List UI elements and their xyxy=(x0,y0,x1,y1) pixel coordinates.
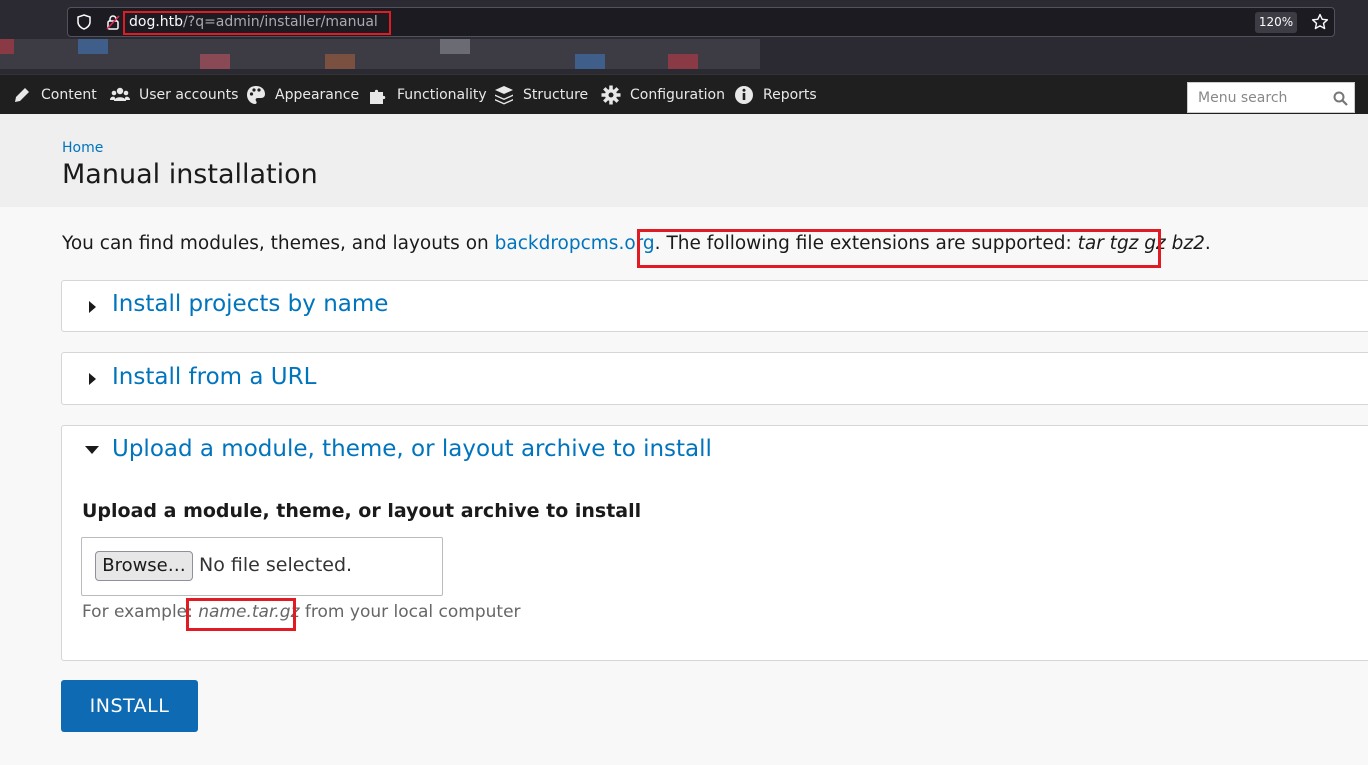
admin-item-appearance[interactable]: Appearance xyxy=(246,75,359,115)
fieldset-legend[interactable]: Install projects by name xyxy=(112,291,388,317)
admin-menu-bar: Content User accounts Appearance Functio… xyxy=(0,74,1368,114)
backdropcms-link[interactable]: backdropcms.org xyxy=(495,233,655,254)
intro-suffix: . xyxy=(1204,233,1211,254)
collapsed-triangle-icon xyxy=(89,301,96,313)
admin-item-label: Appearance xyxy=(275,87,360,103)
users-icon xyxy=(110,87,130,101)
layers-icon xyxy=(495,86,513,105)
page-header: Home Manual installation xyxy=(0,114,1368,207)
file-status: No file selected. xyxy=(199,554,353,576)
menu-search-input[interactable]: Menu search xyxy=(1187,82,1355,113)
upload-field-label: Upload a module, theme, or layout archiv… xyxy=(82,500,642,522)
search-icon xyxy=(1333,91,1348,106)
intro-prefix: You can find modules, themes, and layout… xyxy=(62,233,495,254)
admin-item-content[interactable]: Content xyxy=(12,75,97,115)
desc-suffix: from your local computer xyxy=(299,602,521,622)
fieldset-legend[interactable]: Upload a module, theme, or layout archiv… xyxy=(112,436,712,462)
admin-item-label: Structure xyxy=(523,87,589,103)
extensions-annotation-box xyxy=(637,229,1161,268)
admin-item-configuration[interactable]: Configuration xyxy=(601,75,725,115)
admin-item-label: Configuration xyxy=(630,87,725,103)
admin-item-label: Functionality xyxy=(397,87,487,103)
breadcrumb-home[interactable]: Home xyxy=(62,140,103,156)
install-button[interactable]: INSTALL xyxy=(61,680,198,732)
admin-item-label: Reports xyxy=(763,87,817,103)
collapsed-triangle-icon xyxy=(89,373,96,385)
browse-button[interactable]: Browse… xyxy=(95,551,193,581)
fieldset-install-by-name[interactable]: Install projects by name xyxy=(61,280,1368,332)
address-bar[interactable]: dog.htb/?q=admin/installer/manual 120% xyxy=(67,7,1335,37)
menu-search-placeholder: Menu search xyxy=(1198,90,1288,106)
admin-item-label: User accounts xyxy=(139,87,239,103)
palette-icon xyxy=(247,86,265,104)
zoom-badge[interactable]: 120% xyxy=(1255,12,1297,33)
expanded-triangle-icon xyxy=(85,446,99,454)
main-content: You can find modules, themes, and layout… xyxy=(0,207,1368,765)
fieldset-legend[interactable]: Install from a URL xyxy=(112,364,316,390)
desc-prefix: For example: xyxy=(82,602,199,622)
admin-item-user-accounts[interactable]: User accounts xyxy=(110,75,238,115)
admin-item-label: Content xyxy=(41,87,97,103)
pencil-icon xyxy=(15,88,29,102)
fieldset-upload-archive: Upload a module, theme, or layout archiv… xyxy=(61,425,1368,661)
shield-icon[interactable] xyxy=(76,14,92,30)
file-upload-input[interactable]: Browse… No file selected. xyxy=(81,537,443,596)
example-annotation-box xyxy=(186,598,296,631)
info-icon xyxy=(735,86,753,104)
upload-description: For example: name.tar.gz from your local… xyxy=(82,602,521,622)
lock-icon[interactable] xyxy=(106,14,120,30)
admin-item-structure[interactable]: Structure xyxy=(494,75,588,115)
admin-item-functionality[interactable]: Functionality xyxy=(368,75,487,115)
url-annotation-box xyxy=(123,11,391,35)
fieldset-install-from-url[interactable]: Install from a URL xyxy=(61,352,1368,405)
page-title: Manual installation xyxy=(62,159,318,190)
admin-item-reports[interactable]: Reports xyxy=(734,75,817,115)
bookmarks-toolbar-blurred xyxy=(0,39,760,69)
gear-icon xyxy=(601,85,621,105)
browser-toolbar: dog.htb/?q=admin/installer/manual 120% xyxy=(0,0,1368,74)
star-icon[interactable] xyxy=(1311,13,1329,31)
puzzle-icon xyxy=(370,89,386,104)
